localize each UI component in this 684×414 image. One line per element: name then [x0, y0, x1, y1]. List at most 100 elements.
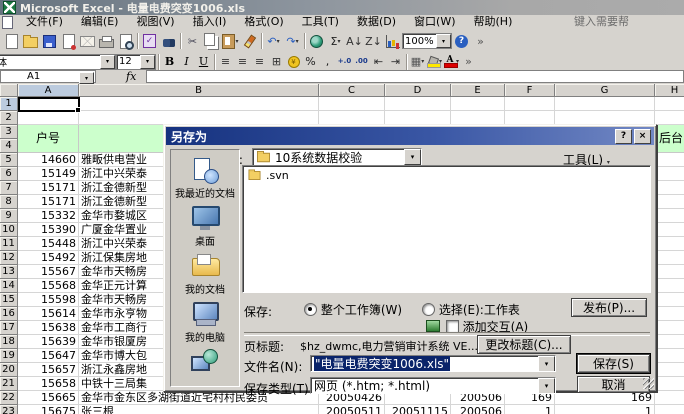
cell-H1[interactable]: [655, 97, 684, 111]
increase-indent-button[interactable]: ⇥: [387, 54, 404, 69]
column-header-A[interactable]: A: [18, 84, 79, 97]
research-button[interactable]: [159, 32, 178, 50]
cell-H5[interactable]: [655, 153, 684, 167]
header-cell-A[interactable]: 户号: [18, 125, 79, 153]
save-in-combobox[interactable]: 10系统数据校验 ▾: [252, 148, 422, 166]
cancel-button[interactable]: 取消: [577, 376, 650, 393]
formula-input[interactable]: [146, 70, 684, 83]
zoom-combobox[interactable]: 100% ▾: [402, 33, 452, 49]
header-cell-H[interactable]: 后台: [655, 125, 684, 153]
cell-H2[interactable]: [655, 111, 684, 125]
column-header-G[interactable]: G: [555, 84, 655, 97]
change-title-button[interactable]: 更改标题(C)...: [477, 335, 571, 354]
dialog-close-button[interactable]: ×: [634, 128, 651, 144]
cell-C1[interactable]: [319, 97, 385, 111]
cell-C23[interactable]: 20050511: [319, 405, 385, 414]
borders-button[interactable]: ▦ ▾: [409, 54, 426, 69]
name-box-dropdown-icon[interactable]: ▾: [79, 72, 94, 84]
row-header-1[interactable]: 1: [0, 97, 18, 111]
row-header-12[interactable]: 12: [0, 251, 18, 265]
cell-A6[interactable]: 15149: [18, 167, 79, 181]
row-header-23[interactable]: 23: [0, 405, 18, 414]
cell-A16[interactable]: 15614: [18, 307, 79, 321]
cell-G2[interactable]: [555, 111, 655, 125]
cell-A20[interactable]: 15657: [18, 363, 79, 377]
row-header-3[interactable]: 3: [0, 125, 18, 139]
row-header-7[interactable]: 7: [0, 181, 18, 195]
menu-item-T[interactable]: 工具(T): [293, 15, 348, 29]
increase-decimal-button[interactable]: +.0: [336, 54, 353, 69]
row-header-20[interactable]: 20: [0, 363, 18, 377]
new-button[interactable]: [2, 32, 21, 50]
toolbar-options-button[interactable]: »: [471, 32, 490, 50]
cell-F1[interactable]: [505, 97, 555, 111]
cell-H19[interactable]: [655, 349, 684, 363]
copy-button[interactable]: [202, 32, 221, 50]
bold-button[interactable]: B: [161, 54, 178, 69]
column-header-H[interactable]: H: [655, 84, 684, 97]
row-header-8[interactable]: 8: [0, 195, 18, 209]
column-header-B[interactable]: B: [79, 84, 319, 97]
menu-item-O[interactable]: 格式(O): [235, 15, 292, 29]
cell-H12[interactable]: [655, 251, 684, 265]
cell-E2[interactable]: [451, 111, 505, 125]
filename-dropdown-icon[interactable]: ▾: [538, 356, 555, 371]
cell-A15[interactable]: 15598: [18, 293, 79, 307]
cell-A18[interactable]: 15639: [18, 335, 79, 349]
cell-G22[interactable]: 169: [555, 391, 655, 405]
publish-button[interactable]: 发布(P)...: [571, 298, 647, 317]
cell-H15[interactable]: [655, 293, 684, 307]
file-list-item[interactable]: .svn: [247, 169, 289, 182]
filetype-dropdown-icon[interactable]: ▾: [538, 378, 555, 393]
row-header-4[interactable]: 4: [0, 139, 18, 153]
font-dropdown-icon[interactable]: ▾: [100, 54, 115, 69]
cell-D1[interactable]: [385, 97, 451, 111]
decrease-indent-button[interactable]: ⇤: [370, 54, 387, 69]
cell-H14[interactable]: [655, 279, 684, 293]
cell-H11[interactable]: [655, 237, 684, 251]
row-header-13[interactable]: 13: [0, 265, 18, 279]
place-item-network[interactable]: [171, 348, 239, 376]
menu-item-W[interactable]: 窗口(W): [405, 15, 464, 29]
cell-H13[interactable]: [655, 265, 684, 279]
cell-B1[interactable]: [79, 97, 319, 111]
cell-G23[interactable]: 1: [555, 405, 655, 414]
row-header-17[interactable]: 17: [0, 321, 18, 335]
cell-H18[interactable]: [655, 335, 684, 349]
menu-item-E[interactable]: 编辑(E): [72, 15, 128, 29]
redo-button[interactable]: ↷ ▾: [283, 32, 302, 50]
dialog-title-bar[interactable]: 另存为 ? ×: [166, 127, 654, 145]
font-size-combobox[interactable]: 12 ▾: [116, 53, 156, 70]
save-button[interactable]: [40, 32, 59, 50]
row-header-15[interactable]: 15: [0, 293, 18, 307]
cell-A10[interactable]: 15390: [18, 223, 79, 237]
menu-item-D[interactable]: 数据(D): [348, 15, 405, 29]
currency-button[interactable]: ¥: [285, 54, 302, 69]
row-header-14[interactable]: 14: [0, 279, 18, 293]
cell-A9[interactable]: 15332: [18, 209, 79, 223]
cell-H17[interactable]: [655, 321, 684, 335]
row-header-16[interactable]: 16: [0, 307, 18, 321]
place-item-2[interactable]: 桌面: [171, 204, 239, 248]
cell-H21[interactable]: [655, 377, 684, 391]
cell-A5[interactable]: 14660: [18, 153, 79, 167]
column-header-F[interactable]: F: [505, 84, 555, 97]
menu-item-V[interactable]: 视图(V): [127, 15, 183, 29]
menu-item-H[interactable]: 帮助(H): [465, 15, 522, 29]
select-all-corner[interactable]: [0, 84, 18, 97]
cell-A23[interactable]: 15675: [18, 405, 79, 414]
resize-grip[interactable]: [643, 378, 654, 389]
row-header-21[interactable]: 21: [0, 377, 18, 391]
cell-A13[interactable]: 15567: [18, 265, 79, 279]
decrease-decimal-button[interactable]: .00: [353, 54, 370, 69]
percent-button[interactable]: %: [302, 54, 319, 69]
row-header-18[interactable]: 18: [0, 335, 18, 349]
font-size-dropdown-icon[interactable]: ▾: [140, 54, 155, 69]
insert-function-button[interactable]: fx: [126, 70, 144, 83]
cut-button[interactable]: ✂: [183, 32, 202, 50]
place-item-1[interactable]: 我最近的文档: [171, 156, 239, 200]
permission-button[interactable]: [59, 32, 78, 50]
comma-button[interactable]: ,: [319, 54, 336, 69]
paste-button[interactable]: ▾: [221, 32, 240, 50]
format-painter-button[interactable]: [240, 32, 259, 50]
